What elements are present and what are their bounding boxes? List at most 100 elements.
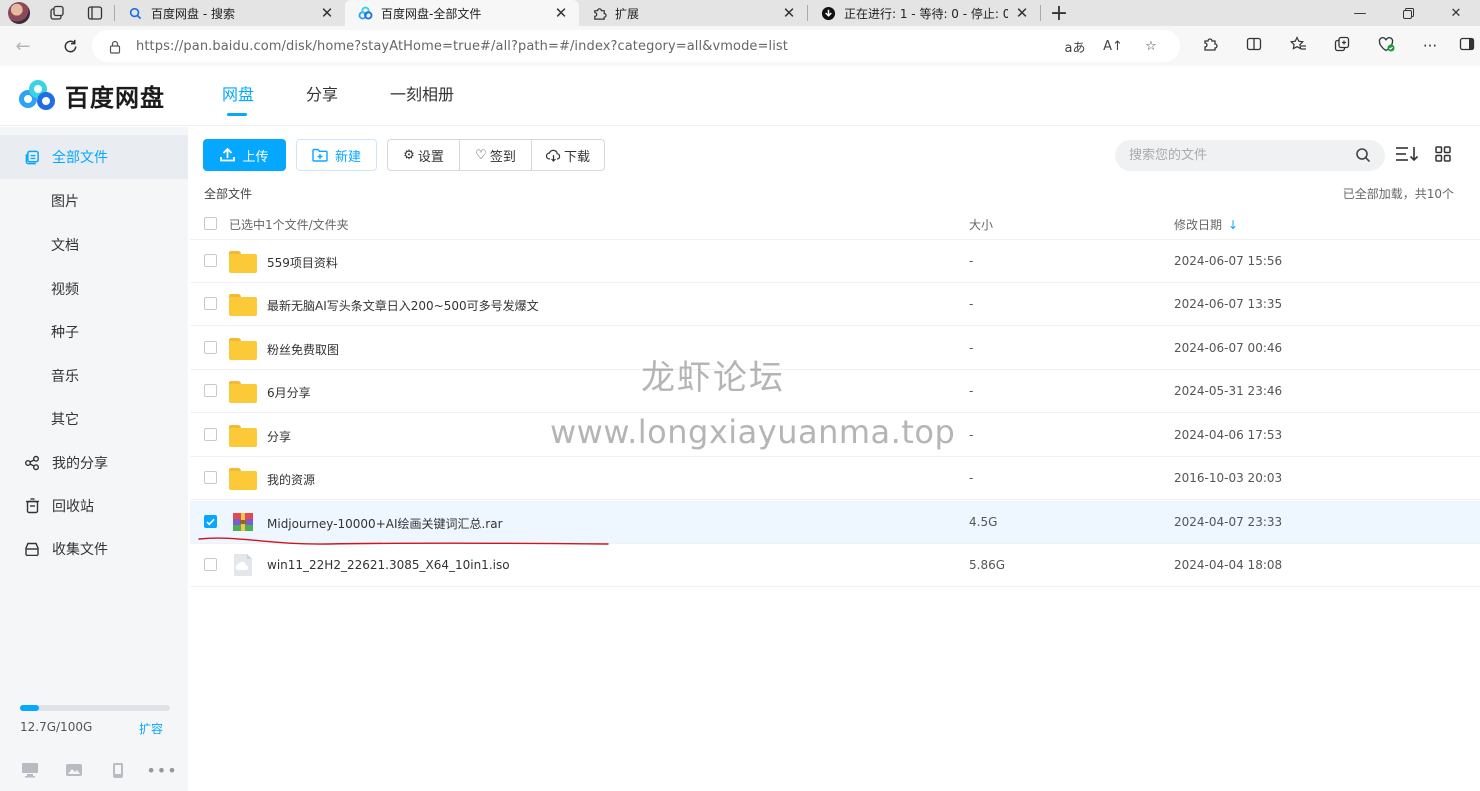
file-date: 2024-04-07 23:33 — [1174, 515, 1283, 529]
sidebar-item-label: 回收站 — [52, 499, 94, 515]
download-button[interactable]: 下载 — [532, 140, 604, 170]
files-icon — [24, 149, 40, 165]
lock-icon[interactable] — [108, 39, 122, 54]
nav-tab-netdisk[interactable]: 网盘 — [222, 66, 280, 126]
more-options-icon[interactable]: ••• — [140, 759, 184, 781]
sidebar-item-other[interactable]: 其它 — [0, 397, 188, 441]
file-name[interactable]: 分享 — [267, 428, 291, 445]
search-icon[interactable] — [1355, 147, 1371, 167]
sidebar-item-documents[interactable]: 文档 — [0, 223, 188, 267]
collections-icon[interactable] — [1320, 36, 1364, 56]
file-size: - — [969, 297, 974, 311]
file-name[interactable]: Midjourney-10000+AI绘画关键词汇总.rar — [267, 515, 503, 532]
mobile-app-icon[interactable] — [96, 759, 140, 781]
table-row[interactable]: 6月分享 - 2024-05-31 23:46 — [190, 370, 1480, 413]
desktop-client-icon[interactable] — [8, 759, 52, 781]
table-row[interactable]: 我的资源 - 2016-10-03 20:03 — [190, 457, 1480, 500]
url-field[interactable]: https://pan.baidu.com/disk/home?stayAtHo… — [92, 30, 1180, 62]
nav-tab-share[interactable]: 分享 — [280, 66, 364, 126]
address-bar-row: ← https://pan.baidu.com/disk/home?stayAt… — [0, 26, 1480, 66]
row-checkbox[interactable] — [204, 297, 217, 310]
file-name[interactable]: win11_22H2_22621.3085_X64_10in1.iso — [267, 558, 510, 572]
file-name[interactable]: 我的资源 — [267, 471, 315, 488]
folder-icon — [229, 379, 257, 403]
file-size: - — [969, 384, 974, 398]
window-close-icon[interactable]: ✕ — [1432, 0, 1480, 26]
browser-tab-baidu-pan[interactable]: 百度网盘-全部文件 ✕ — [345, 0, 579, 26]
signin-button[interactable]: ♡ 签到 — [460, 140, 532, 170]
breadcrumb[interactable]: 全部文件 — [204, 185, 252, 202]
file-name[interactable]: 最新无脑AI写头条文章日入200~500可多号发爆文 — [267, 297, 539, 314]
search-input[interactable] — [1129, 148, 1339, 163]
browser-tab-extensions[interactable]: 扩展 ✕ — [579, 0, 807, 26]
table-row[interactable]: win11_22H2_22621.3085_X64_10in1.iso 5.86… — [190, 544, 1480, 587]
sidebar-item-my-shares[interactable]: 我的分享 — [0, 441, 188, 485]
column-header-size[interactable]: 大小 — [969, 216, 993, 233]
sidebar-toggle-icon[interactable] — [1452, 36, 1480, 56]
table-row[interactable]: 559项目资料 - 2024-06-07 15:56 — [190, 240, 1480, 283]
row-checkbox[interactable] — [204, 384, 217, 397]
sidebar-item-torrents[interactable]: 种子 — [0, 310, 188, 354]
translate-icon[interactable]: aあ — [1056, 37, 1094, 56]
close-icon[interactable]: ✕ — [553, 4, 569, 22]
file-name[interactable]: 559项目资料 — [267, 254, 338, 271]
expand-quota-link[interactable]: 扩容 — [139, 720, 163, 737]
table-row[interactable]: 最新无脑AI写头条文章日入200~500可多号发爆文 - 2024-06-07 … — [190, 283, 1480, 326]
table-row[interactable]: 粉丝免费取图 - 2024-06-07 00:46 — [190, 327, 1480, 370]
row-checkbox[interactable] — [204, 558, 217, 571]
sidebar-item-videos[interactable]: 视频 — [0, 267, 188, 311]
row-checkbox[interactable] — [204, 254, 217, 267]
settings-button[interactable]: ⚙ 设置 — [388, 140, 460, 170]
back-icon[interactable]: ← — [4, 30, 42, 62]
extensions-icon[interactable] — [1188, 36, 1232, 56]
file-size: - — [969, 341, 974, 355]
favorite-star-icon[interactable]: ☆ — [1132, 39, 1170, 54]
new-folder-button[interactable]: 新建 — [296, 139, 377, 171]
tab-title: 扩展 — [615, 6, 640, 21]
file-name[interactable]: 6月分享 — [267, 384, 311, 401]
watermark-url: www.longxiayuanma.top — [550, 413, 956, 451]
image-tool-icon[interactable] — [52, 759, 96, 781]
browser-essentials-icon[interactable] — [1364, 36, 1408, 56]
sidebar-item-music[interactable]: 音乐 — [0, 354, 188, 398]
baidu-pan-logo[interactable]: 百度网盘 — [19, 78, 165, 113]
favorites-icon[interactable] — [1276, 36, 1320, 56]
split-screen-icon[interactable] — [1232, 36, 1276, 56]
more-menu-icon[interactable]: ··· — [1408, 37, 1452, 55]
upload-icon — [220, 148, 236, 162]
window-controls: — ✕ — [1336, 0, 1480, 26]
select-all-checkbox[interactable] — [204, 217, 217, 230]
grid-view-icon[interactable] — [1431, 144, 1455, 164]
quota-progress-bar — [20, 705, 170, 711]
browser-tab-search[interactable]: 百度网盘 - 搜索 ✕ — [115, 0, 345, 26]
file-size: 4.5G — [969, 515, 998, 529]
close-icon[interactable]: ✕ — [1014, 4, 1030, 22]
tab-actions-icon[interactable] — [76, 0, 114, 26]
file-name[interactable]: 粉丝免费取图 — [267, 341, 339, 358]
sort-icon[interactable] — [1395, 144, 1419, 164]
workspaces-icon[interactable] — [38, 0, 76, 26]
browser-tab-downloads[interactable]: 正在进行: 1 - 等待: 0 - 停止: 0 — ✕ — [808, 0, 1040, 26]
restore-icon[interactable] — [1384, 0, 1432, 26]
refresh-icon[interactable] — [51, 30, 89, 62]
sidebar-item-recycle-bin[interactable]: 回收站 — [0, 484, 188, 528]
nav-tab-album[interactable]: 一刻相册 — [364, 66, 480, 126]
read-aloud-icon[interactable]: A↑ — [1094, 39, 1132, 54]
sidebar-item-collect-files[interactable]: 收集文件 — [0, 527, 188, 571]
new-tab-button[interactable]: + — [1041, 0, 1077, 26]
column-header-date[interactable]: 修改日期 ↓ — [1174, 216, 1238, 233]
row-checkbox[interactable] — [204, 471, 217, 484]
row-checkbox[interactable] — [204, 341, 217, 354]
row-checkbox-checked[interactable] — [204, 515, 217, 528]
sidebar-item-images[interactable]: 图片 — [0, 179, 188, 223]
upload-button[interactable]: 上传 — [203, 139, 286, 171]
sidebar-item-all-files[interactable]: 全部文件 — [0, 135, 188, 179]
baidu-pan-icon — [357, 5, 373, 21]
close-icon[interactable]: ✕ — [781, 4, 797, 22]
minimize-icon[interactable]: — — [1336, 0, 1384, 26]
row-checkbox[interactable] — [204, 428, 217, 441]
close-icon[interactable]: ✕ — [319, 4, 335, 22]
signin-label: 签到 — [489, 149, 516, 165]
profile-avatar[interactable] — [0, 0, 38, 26]
avatar — [8, 2, 30, 24]
